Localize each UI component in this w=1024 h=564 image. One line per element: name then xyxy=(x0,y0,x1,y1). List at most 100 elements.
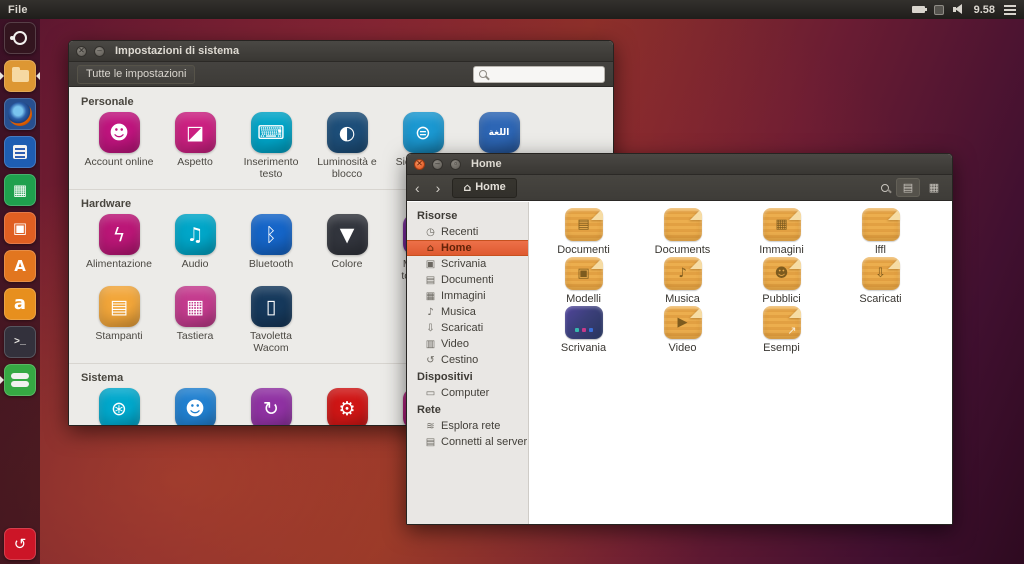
files-main-area[interactable]: ▤Documenti Documents ▦ Immagini lffl ▣Modelli… xyxy=(529,202,952,524)
minimize-icon[interactable]: – xyxy=(432,159,443,170)
close-icon[interactable]: ✕ xyxy=(414,159,425,170)
folder-icon: ♪ xyxy=(664,257,702,290)
sidebar-item-scaricati[interactable]: ⇩Scaricati xyxy=(407,320,528,336)
list-view-button[interactable]: ▤ xyxy=(896,178,920,197)
template-icon: ▣ xyxy=(577,267,589,280)
settings-window-title: Impostazioni di sistema xyxy=(115,45,239,57)
sidebar-item-scrivania[interactable]: ▣Scrivania xyxy=(407,256,528,272)
sidebar-item-connetti-al-server[interactable]: ▤Connetti al server xyxy=(407,434,528,450)
sound-icon[interactable] xyxy=(953,4,965,15)
file-item-musica[interactable]: ♪Musica xyxy=(633,257,732,305)
launcher-item-firefox[interactable] xyxy=(4,98,36,130)
file-item-documenti[interactable]: ▤Documenti xyxy=(534,208,633,256)
maximize-icon[interactable]: ▫ xyxy=(450,159,461,170)
settings-tile[interactable]: ◪Aspetto xyxy=(157,112,233,180)
files-window: ✕ – ▫ Home ‹ › ⌂ Home ▤ ▦ Risorse◷Recent… xyxy=(406,153,953,525)
file-item-esempi[interactable]: ↗Esempi xyxy=(732,306,831,354)
file-item-modelli[interactable]: ▣Modelli xyxy=(534,257,633,305)
file-item-scrivania[interactable]: Scrivania xyxy=(534,306,633,354)
session-menu-icon[interactable] xyxy=(1004,3,1016,17)
backup-arrows-icon: ↻ xyxy=(251,388,292,425)
home-icon: ⌂ xyxy=(463,181,471,194)
clock[interactable]: 9.58 xyxy=(974,4,995,16)
sidebar-item-cestino[interactable]: ↺Cestino xyxy=(407,352,528,368)
file-label: Documents xyxy=(655,244,711,256)
launcher-item-trash[interactable]: ↺ xyxy=(4,528,36,560)
computer-icon: ▭ xyxy=(425,388,436,399)
sidebar-item-recenti[interactable]: ◷Recenti xyxy=(407,224,528,240)
sidebar-item-home[interactable]: ⌂Home xyxy=(407,240,528,256)
file-item-pubblici[interactable]: ☻Pubblici xyxy=(732,257,831,305)
document-icon: ▤ xyxy=(425,275,436,286)
settings-tile[interactable]: ▤Stampanti xyxy=(81,286,157,354)
close-icon[interactable]: ✕ xyxy=(76,46,87,57)
settings-tile[interactable]: ϟAlimentazione xyxy=(81,214,157,282)
file-item-video[interactable]: ▶Video xyxy=(633,306,732,354)
launcher-item-amazon[interactable]: a xyxy=(4,288,36,320)
files-window-title: Home xyxy=(471,158,502,170)
settings-tile[interactable]: ᛒBluetooth xyxy=(233,214,309,282)
settings-tile[interactable]: ♫Audio xyxy=(157,214,233,282)
file-label: Immagini xyxy=(759,244,804,256)
network-icon: ≋ xyxy=(425,421,436,432)
file-item-immagini[interactable]: ▦ Immagini xyxy=(732,208,831,256)
accessibility-icon: ⊛ xyxy=(99,388,140,425)
settings-search-input[interactable] xyxy=(473,66,605,83)
app-menu-file[interactable]: File xyxy=(8,4,28,16)
battery-icon[interactable] xyxy=(912,6,925,13)
folder-icon: ⇩ xyxy=(862,257,900,290)
spreadsheet-icon: ▦ xyxy=(13,183,27,198)
search-button[interactable] xyxy=(870,178,894,197)
sidebar-item-computer[interactable]: ▭Computer xyxy=(407,385,528,401)
settings-tile[interactable]: ⚙Dettagli xyxy=(309,388,385,425)
sidebar-item-label: Musica xyxy=(441,306,476,318)
sidebar-item-documenti[interactable]: ▤Documenti xyxy=(407,272,528,288)
back-button[interactable]: ‹ xyxy=(407,176,428,200)
settings-titlebar[interactable]: ✕ – Impostazioni di sistema xyxy=(69,41,613,62)
file-item-documents[interactable]: Documents xyxy=(633,208,732,256)
settings-tile[interactable]: ⌨Inserimento testo xyxy=(233,112,309,180)
launcher-item-system-settings[interactable] xyxy=(4,364,36,396)
settings-tile[interactable]: ▦Tastiera xyxy=(157,286,233,354)
keys-grid-icon: ▦ xyxy=(175,286,216,327)
file-item-lffl[interactable]: lffl xyxy=(831,208,930,256)
settings-tile[interactable]: ↻Backup xyxy=(233,388,309,425)
settings-tile[interactable]: ☻Account online xyxy=(81,112,157,180)
download-icon: ⇩ xyxy=(875,267,886,280)
launcher-item-ubuntu-software[interactable]: A xyxy=(4,250,36,282)
grid-view-button[interactable]: ▦ xyxy=(922,178,946,197)
file-label: Scrivania xyxy=(561,342,606,354)
image-icon: ▦ xyxy=(425,291,436,302)
breadcrumb-label: Home xyxy=(475,181,506,193)
all-settings-button[interactable]: Tutte le impostazioni xyxy=(77,65,195,84)
sidebar-item-esplora-rete[interactable]: ≋Esplora rete xyxy=(407,418,528,434)
launcher-item-files[interactable] xyxy=(4,60,36,92)
launcher-item-libreoffice-writer[interactable] xyxy=(4,136,36,168)
desktop: File 9.58 ▦ ▣ Aa >_ ↺ ✕ – Impostazioni di si… xyxy=(0,0,1024,564)
launcher-item-libreoffice-calc[interactable]: ▦ xyxy=(4,174,36,206)
sidebar-item-immagini[interactable]: ▦Immagini xyxy=(407,288,528,304)
file-item-scaricati[interactable]: ⇩ Scaricati xyxy=(831,257,930,305)
breadcrumb-home-button[interactable]: ⌂ Home xyxy=(452,178,516,198)
files-titlebar[interactable]: ✕ – ▫ Home xyxy=(407,154,952,175)
image-icon: ▦ xyxy=(775,218,787,231)
launcher-item-terminal[interactable]: >_ xyxy=(4,326,36,358)
sidebar-section-title: Rete xyxy=(407,401,528,418)
launcher-item-dash-home[interactable] xyxy=(4,22,36,54)
sidebar-item-musica[interactable]: ♪Musica xyxy=(407,304,528,320)
settings-tile[interactable]: ☻Account utente xyxy=(157,388,233,425)
settings-tile[interactable]: ▯Tavoletta Wacom xyxy=(233,286,309,354)
forward-button[interactable]: › xyxy=(428,176,449,200)
sidebar-item-video[interactable]: ▥Video xyxy=(407,336,528,352)
file-label: Scaricati xyxy=(859,293,901,305)
keyboard-indicator-icon[interactable] xyxy=(934,5,944,15)
settings-tile[interactable]: ◐Luminosità e blocco xyxy=(309,112,385,180)
launcher-item-image-viewer[interactable]: ▣ xyxy=(4,212,36,244)
power-icon: ϟ xyxy=(99,214,140,255)
running-indicator xyxy=(0,72,4,80)
settings-tile-label: Bluetooth xyxy=(232,258,310,270)
minimize-icon[interactable]: – xyxy=(94,46,105,57)
settings-tile[interactable]: ⊛Accesso universale xyxy=(81,388,157,425)
settings-tile-label: Account online xyxy=(80,156,158,168)
settings-tile[interactable]: ▼Colore xyxy=(309,214,385,282)
